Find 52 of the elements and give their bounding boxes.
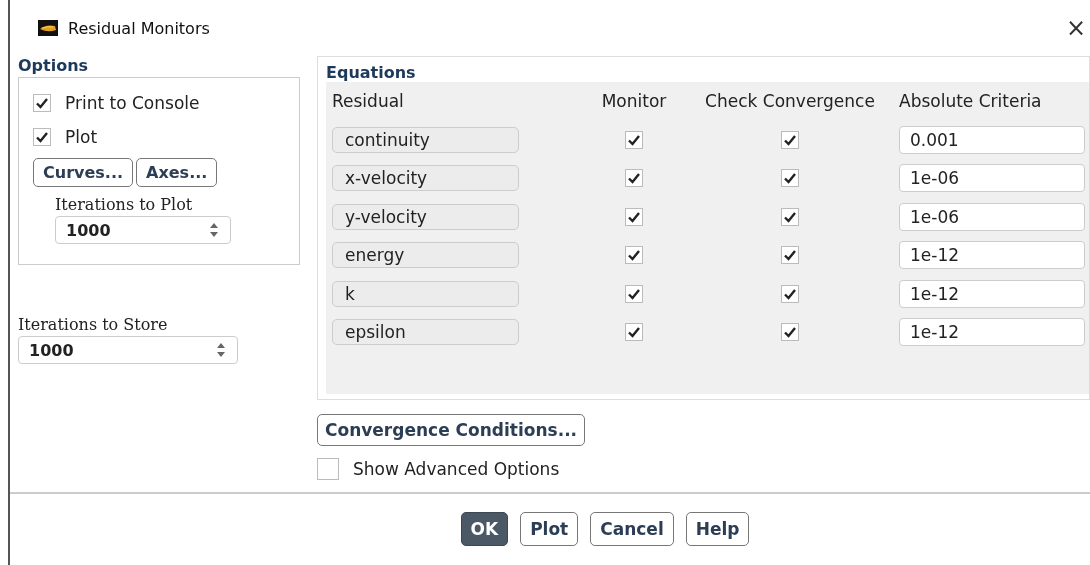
- spinner-arrows-icon[interactable]: [215, 341, 227, 359]
- checkbox[interactable]: [317, 458, 339, 480]
- checkbox[interactable]: [625, 284, 643, 303]
- criteria-field[interactable]: 1e-06: [899, 164, 1085, 193]
- checkbox[interactable]: [625, 207, 643, 226]
- group-title: Options: [18, 56, 90, 75]
- convergence-conditions-button[interactable]: Convergence Conditions...: [317, 414, 586, 446]
- number-field[interactable]: 1000: [55, 216, 231, 244]
- criteria-field[interactable]: 1e-12: [899, 318, 1085, 347]
- checkbox[interactable]: [781, 169, 799, 188]
- checkbox[interactable]: [781, 323, 799, 342]
- criteria-field[interactable]: 1e-06: [899, 202, 1085, 231]
- criteria-field[interactable]: 1e-12: [899, 279, 1085, 308]
- residual-name: x-velocity: [332, 165, 519, 192]
- checkbox-label: Print to Console: [65, 93, 200, 113]
- checkbox[interactable]: [625, 323, 643, 342]
- column-header: Monitor: [600, 91, 668, 112]
- residual-name: continuity: [332, 126, 519, 153]
- field-label: Iterations to Store: [18, 315, 169, 334]
- dialog-button[interactable]: Axes...: [136, 158, 218, 187]
- dialog-button[interactable]: Cancel: [590, 512, 674, 546]
- checkbox-label: Show Advanced Options: [353, 459, 560, 479]
- checkbox-label: Plot: [65, 127, 98, 147]
- ok-button[interactable]: OK: [460, 512, 509, 546]
- checkbox[interactable]: [625, 246, 643, 265]
- window-title: Residual Monitors: [68, 18, 211, 38]
- checkbox[interactable]: [625, 130, 643, 149]
- residual-name: energy: [332, 242, 519, 269]
- app-icon: [38, 20, 58, 36]
- close-button[interactable]: ×: [1065, 14, 1086, 42]
- checkbox[interactable]: [33, 128, 51, 146]
- residual-name: y-velocity: [332, 203, 519, 230]
- dialog-button[interactable]: Help: [685, 512, 750, 546]
- criteria-field[interactable]: 1e-12: [899, 241, 1085, 270]
- checkbox[interactable]: [781, 246, 799, 265]
- checkbox[interactable]: [625, 169, 643, 188]
- residual-name: k: [332, 280, 519, 307]
- criteria-field[interactable]: 0.001: [899, 125, 1085, 154]
- field-label: Iterations to Plot: [55, 195, 194, 214]
- checkbox[interactable]: [33, 94, 51, 112]
- number-field[interactable]: 1000: [18, 336, 238, 364]
- group-title: Equations: [326, 63, 417, 82]
- checkbox[interactable]: [781, 130, 799, 149]
- checkbox[interactable]: [781, 207, 799, 226]
- column-header: Absolute Criteria: [899, 91, 1043, 112]
- column-header: Check Convergence: [704, 91, 876, 112]
- dialog-button[interactable]: Plot: [520, 512, 579, 546]
- column-header: Residual: [332, 91, 405, 112]
- spinner-arrows-icon[interactable]: [208, 221, 220, 239]
- residual-name: epsilon: [332, 319, 519, 346]
- dialog-button[interactable]: Curves...: [33, 158, 134, 187]
- checkbox[interactable]: [781, 284, 799, 303]
